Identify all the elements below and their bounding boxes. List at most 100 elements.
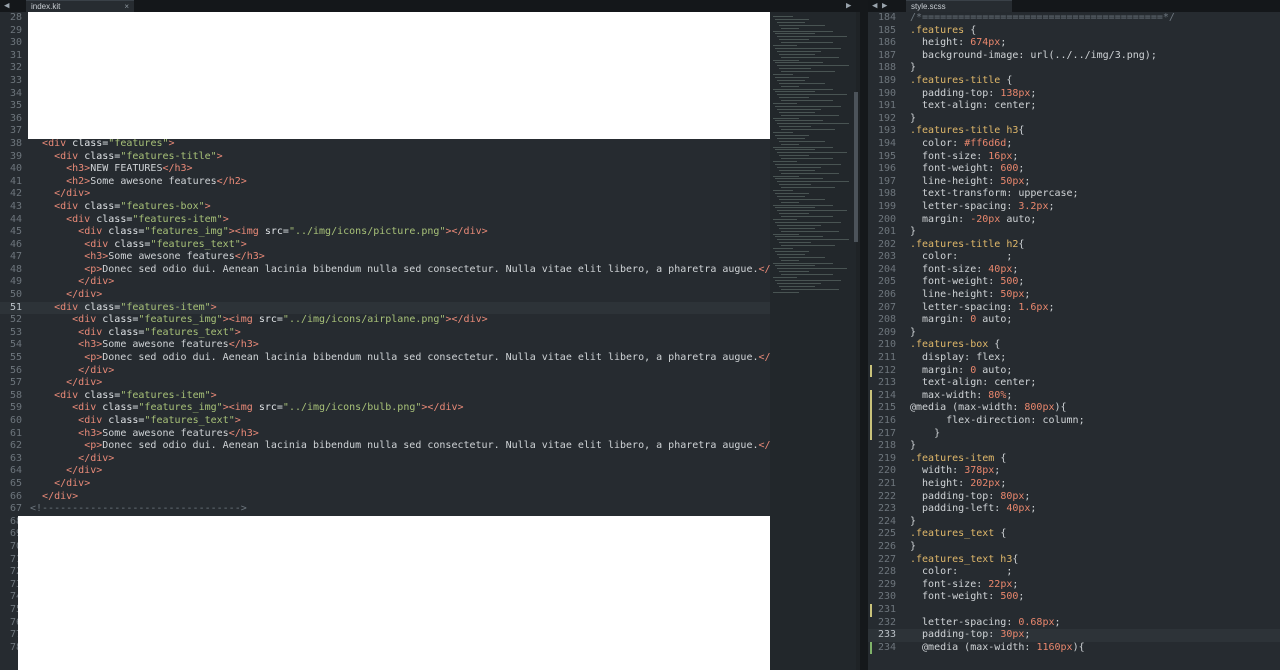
left-code-line[interactable]: 48 <p>Donec sed odio dui. Aenean lacinia… — [0, 264, 770, 277]
right-code-line[interactable]: 185 .features { — [868, 25, 1280, 38]
right-code-line[interactable]: 187 background-image: url(../../img/3.pn… — [868, 50, 1280, 63]
left-code-line[interactable]: 44 <div class="features-item"> — [0, 214, 770, 227]
right-code-line[interactable]: 214 max-width: 80%; — [868, 389, 1280, 403]
left-code-line[interactable]: 61 <h3>Some awesone features</h3> — [0, 428, 770, 441]
left-code-line[interactable]: 51 <div class="features-item"> — [0, 301, 770, 315]
right-code-line[interactable]: 201} — [868, 226, 1280, 239]
right-code-line[interactable]: 211 display: flex; — [868, 352, 1280, 365]
left-code-line[interactable]: 45 <div class="features_img"><img src=".… — [0, 226, 770, 239]
left-code-line[interactable]: 40 <h3>NEW FEATURES</h3> — [0, 163, 770, 176]
left-code-line[interactable]: 42 </div> — [0, 188, 770, 201]
left-code-line[interactable]: 59 <div class="features_img"><img src=".… — [0, 402, 770, 415]
left-code-line[interactable]: 62 <p>Donec sed odio dui. Aenean lacinia… — [0, 440, 770, 453]
right-code-line[interactable]: 227 .features_text h3{ — [868, 554, 1280, 567]
left-code-line[interactable]: 63 </div> — [0, 453, 770, 466]
tab-next-icon[interactable]: ▶ — [882, 0, 887, 12]
right-code-line[interactable]: 224} — [868, 516, 1280, 529]
pane-divider[interactable] — [860, 0, 868, 670]
left-code-line[interactable]: 47 <h3>Some awesone features</h3> — [0, 251, 770, 264]
right-code-line[interactable]: 220 width: 378px; — [868, 465, 1280, 478]
right-code-line[interactable]: 200 margin: -20px auto; — [868, 214, 1280, 227]
left-code-line[interactable]: 49 </div> — [0, 276, 770, 289]
right-code-line[interactable]: 195 font-size: 16px; — [868, 151, 1280, 164]
tab-prev-icon[interactable]: ◀ — [872, 0, 877, 12]
right-code-line[interactable]: 210 .features-box { — [868, 339, 1280, 352]
right-code-line[interactable]: 231 — [868, 603, 1280, 617]
left-code-line[interactable]: 66 </div> — [0, 491, 770, 504]
left-code-line[interactable]: 52 <div class="features_img"><img src=".… — [0, 314, 770, 327]
right-editor[interactable]: 184 /*===================================… — [868, 12, 1280, 670]
left-code-line[interactable]: 60 <div class="features_text"> — [0, 415, 770, 428]
left-code-line[interactable]: 39 <div class="features-title"> — [0, 151, 770, 164]
left-code-line[interactable]: 57 </div> — [0, 377, 770, 390]
minimap-stroke — [781, 259, 799, 261]
code-text: </div> — [78, 276, 115, 288]
right-code-line[interactable]: 233 padding-top: 30px; — [868, 629, 1280, 642]
right-code-line[interactable]: 212 margin: 0 auto; — [868, 364, 1280, 378]
left-code-line[interactable]: 67 <!---------------------------------> — [0, 503, 770, 516]
left-code-line[interactable]: 55 <p>Donec sed odio dui. Aenean lacinia… — [0, 352, 770, 365]
right-code-line[interactable]: 206 line-height: 50px; — [868, 289, 1280, 302]
right-code-line[interactable]: 208 margin: 0 auto; — [868, 314, 1280, 327]
left-code-line[interactable]: 38 <div class="features"> — [0, 138, 770, 151]
right-code-line[interactable]: 226} — [868, 541, 1280, 554]
left-code-line[interactable]: 50 </div> — [0, 289, 770, 302]
right-code-line[interactable]: 225 .features_text { — [868, 528, 1280, 541]
tab-scroll-right-icon[interactable]: ▶ — [846, 0, 851, 12]
left-code-line[interactable]: 58 <div class="features-item"> — [0, 390, 770, 403]
right-code-line[interactable]: 221 height: 202px; — [868, 478, 1280, 491]
right-code-line[interactable]: 197 line-height: 50px; — [868, 176, 1280, 189]
tab-style-scss[interactable]: style.scss — [906, 0, 1012, 12]
tab-index-kit[interactable]: index.kit × — [26, 0, 134, 12]
right-code-line[interactable]: 228 color: ; — [868, 566, 1280, 579]
right-code-line[interactable]: 218} — [868, 440, 1280, 453]
right-code-line[interactable]: 189 .features-title { — [868, 75, 1280, 88]
line-number: 50 — [9, 289, 22, 301]
left-code-line[interactable]: 41 <h2>Some awesone features</h2> — [0, 176, 770, 189]
minimap[interactable] — [770, 12, 858, 670]
right-code-line[interactable]: 196 font-weight: 600; — [868, 163, 1280, 176]
right-code-line[interactable]: 203 color: ; — [868, 251, 1280, 264]
right-code-line[interactable]: 191 text-align: center; — [868, 100, 1280, 113]
vertical-scrollbar-thumb[interactable] — [854, 92, 858, 242]
right-code-line[interactable]: 188} — [868, 62, 1280, 75]
right-code-line[interactable]: 232 letter-spacing: 0.68px; — [868, 617, 1280, 630]
right-code-line[interactable]: 198 text-transform: uppercase; — [868, 188, 1280, 201]
right-code-line[interactable]: 223 padding-left: 40px; — [868, 503, 1280, 516]
code-text: color: ; — [910, 566, 1013, 578]
line-number: 223 — [877, 503, 896, 515]
left-code-line[interactable]: 46 <div class="features_text"> — [0, 239, 770, 252]
right-code-line[interactable]: 202 .features-title h2{ — [868, 239, 1280, 252]
right-code-line[interactable]: 205 font-weight: 500; — [868, 276, 1280, 289]
tab-scroll-left-icon[interactable]: ◀ — [4, 0, 9, 12]
left-editor[interactable]: 28 29 30 31 32 33 34 35 36 37 38 <div class="featu… — [0, 12, 770, 670]
code-text: line-height: 50px; — [910, 175, 1031, 187]
right-code-line[interactable]: 215 @media (max-width: 800px){ — [868, 402, 1280, 415]
left-code-line[interactable]: 64 </div> — [0, 465, 770, 478]
right-code-line[interactable]: 229 font-size: 22px; — [868, 579, 1280, 592]
right-code-line[interactable]: 216 flex-direction: column; — [868, 415, 1280, 428]
right-code-line[interactable]: 193 .features-title h3{ — [868, 125, 1280, 138]
left-code-line[interactable]: 56 </div> — [0, 365, 770, 378]
right-code-line[interactable]: 186 height: 674px; — [868, 37, 1280, 50]
right-code-line[interactable]: 209} — [868, 327, 1280, 340]
right-code-line[interactable]: 207 letter-spacing: 1.6px; — [868, 302, 1280, 315]
left-code-line[interactable]: 43 <div class="features-box"> — [0, 201, 770, 214]
line-number: 207 — [877, 301, 896, 313]
right-code-line[interactable]: 199 letter-spacing: 3.2px; — [868, 201, 1280, 214]
right-code-line[interactable]: 213 text-align: center; — [868, 377, 1280, 390]
left-code-line[interactable]: 53 <div class="features_text"> — [0, 327, 770, 340]
right-code-line[interactable]: 192} — [868, 113, 1280, 126]
right-code-line[interactable]: 204 font-size: 40px; — [868, 264, 1280, 277]
left-code-line[interactable]: 65 </div> — [0, 478, 770, 491]
right-code-line[interactable]: 219 .features-item { — [868, 453, 1280, 466]
right-code-line[interactable]: 222 padding-top: 80px; — [868, 491, 1280, 504]
right-code-line[interactable]: 190 padding-top: 138px; — [868, 88, 1280, 101]
left-code-line[interactable]: 54 <h3>Some awesone features</h3> — [0, 339, 770, 352]
right-code-line[interactable]: 230 font-weight: 500; — [868, 591, 1280, 604]
right-code-line[interactable]: 234 @media (max-width: 1160px){ — [868, 641, 1280, 655]
tab-label: index.kit — [31, 2, 61, 11]
right-code-line[interactable]: 217 } — [868, 427, 1280, 441]
right-code-line[interactable]: 194 color: #ff6d6d; — [868, 138, 1280, 151]
right-code-line[interactable]: 184 /*===================================… — [868, 12, 1280, 25]
